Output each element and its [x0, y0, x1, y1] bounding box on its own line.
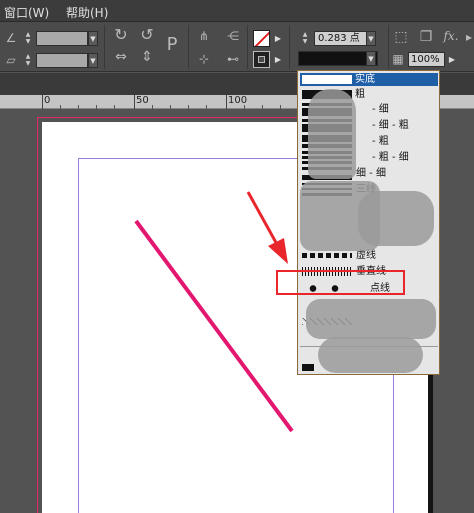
redaction-blur [358, 191, 434, 246]
menu-window[interactable]: 窗口(W) [4, 4, 49, 21]
redaction-blur [318, 337, 423, 373]
rotate-angle-dropdown[interactable]: ▼ [88, 31, 98, 46]
select-content-icon[interactable]: ⋲ [224, 29, 242, 43]
shear-stepper[interactable]: ▲ ▼ [23, 53, 33, 68]
paragraph-p-icon[interactable]: P [163, 36, 181, 54]
rotate-ccw-icon[interactable]: ↺ [138, 27, 156, 43]
stroke-weight-dropdown[interactable]: ▼ [366, 31, 376, 46]
opacity-arrow-button[interactable]: ▶ [447, 52, 457, 67]
redaction-blur [308, 89, 356, 179]
menu-help[interactable]: 帮助(H) [66, 4, 108, 21]
rotate-angle-field[interactable] [36, 31, 88, 46]
fill-none-swatch-icon[interactable] [253, 30, 270, 47]
stroke-swatch-icon[interactable] [253, 51, 270, 68]
stroke-type-dropdown[interactable]: ▼ [366, 51, 376, 66]
effects-menu-icon[interactable]: ▸ [464, 30, 474, 44]
none-slash-icon [254, 31, 269, 46]
shear-angle-field[interactable] [36, 53, 88, 68]
effects-fx-icon[interactable]: fx. [441, 29, 461, 43]
opacity-checker-icon: ▦ [392, 52, 404, 66]
angle-icon: ∠ [5, 31, 17, 45]
separator [289, 25, 290, 69]
separator [188, 25, 189, 69]
stroke-type-menu: 实底 粗 - 细 - 细 - 粗 - 粗 - 粗 - 细 细 - 细 三线 [297, 70, 440, 375]
ruler-label: 50 [136, 95, 149, 106]
menu-bar: 窗口(W) 帮助(H) [0, 0, 474, 22]
indesign-window: 窗口(W) 帮助(H) ∠ ▲ ▼ ▼ ▱ ▲ ▼ ▼ ↻ ↺ ⇔ ⇕ P ⋔ ⋲ … [0, 0, 474, 513]
separator [104, 25, 105, 69]
rotate-stepper[interactable]: ▲ ▼ [23, 31, 33, 46]
shear-angle-dropdown[interactable]: ▼ [88, 53, 98, 68]
opacity-field[interactable]: 100% [408, 52, 445, 67]
annotation-highlight-box [276, 270, 405, 295]
ruler-label: 0 [44, 95, 51, 106]
drop-shadow-icon[interactable]: ❐ [418, 30, 434, 44]
stroke-weight-stepper[interactable]: ▲ ▼ [300, 31, 310, 46]
rotate-cw-icon[interactable]: ↻ [112, 27, 130, 43]
select-next-icon[interactable]: ⊷ [224, 52, 242, 66]
separator [247, 25, 248, 69]
stroke-swatch-menu-button[interactable]: ▶ [273, 52, 283, 67]
stroke-type-solid[interactable]: 实底 [300, 73, 438, 86]
select-container-icon[interactable]: ⋔ [195, 29, 213, 43]
separator [388, 25, 389, 69]
shear-icon: ▱ [6, 53, 16, 67]
flip-horizontal-icon[interactable]: ⇔ [112, 50, 130, 64]
flip-vertical-icon[interactable]: ⇕ [138, 50, 156, 64]
select-previous-icon[interactable]: ⊹ [195, 52, 213, 66]
frame-fitting-icon[interactable]: ⬚ [393, 30, 409, 44]
redaction-blur [306, 299, 436, 339]
fill-swatch-menu-button[interactable]: ▶ [273, 31, 283, 46]
